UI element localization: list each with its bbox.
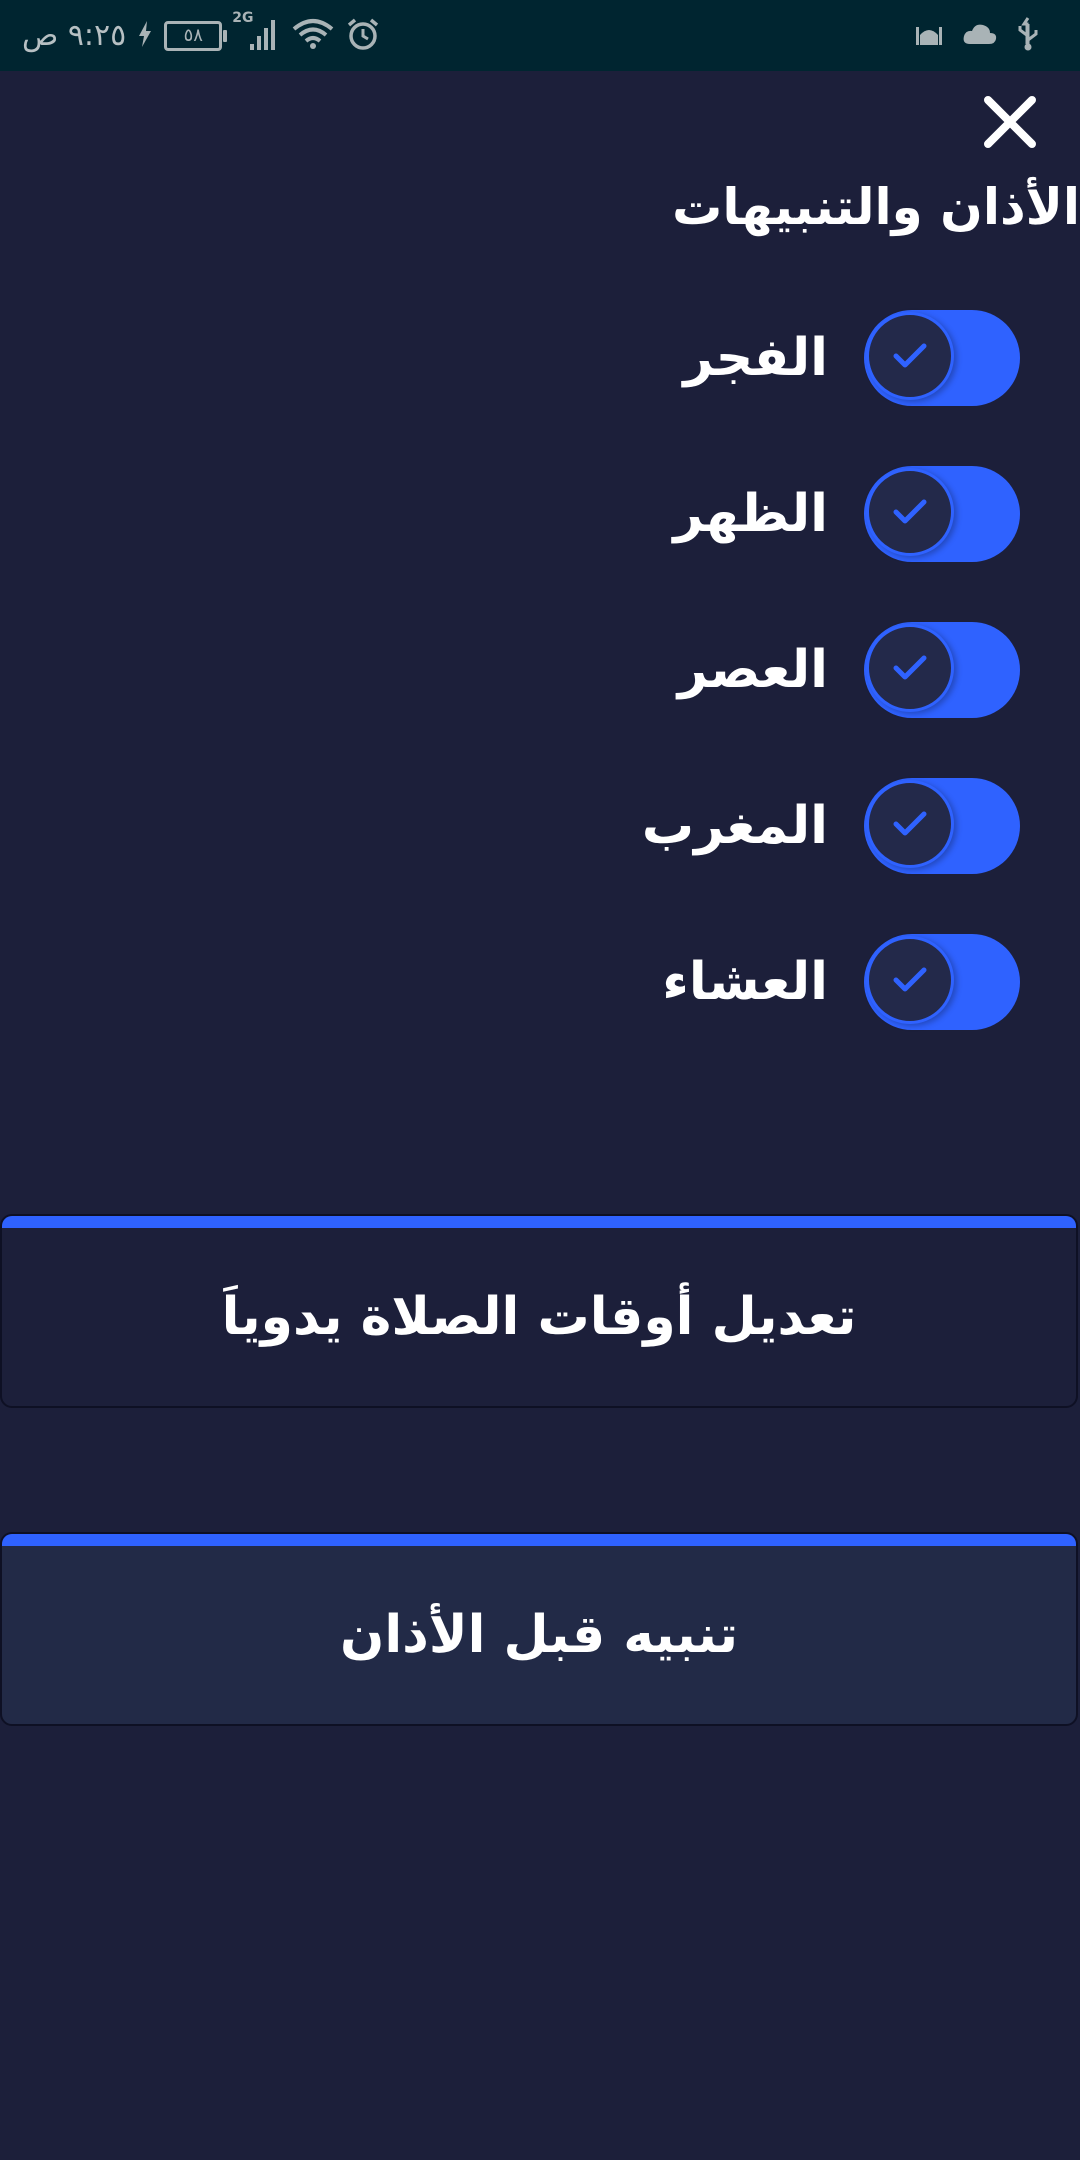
check-icon [893,655,927,680]
pre-adhan-alert-label: تنبيه قبل الأذان [339,1605,739,1665]
battery-icon: ٥٨ [164,20,228,51]
page-title: الأذان والتنبيهات [672,178,1080,236]
toggle-knob [866,780,954,868]
prayer-row-maghrib: المغرب [620,776,1020,876]
cloud-icon [962,22,998,50]
signal-icon: 2G [232,10,280,56]
prayer-row-asr: العصر [620,620,1020,720]
pre-adhan-alert-button[interactable]: تنبيه قبل الأذان [0,1532,1078,1726]
prayer-row-isha: العشاء [620,932,1020,1032]
close-icon [984,96,1036,148]
prayer-row-fajr: الفجر [620,308,1020,408]
manual-adjust-button[interactable]: تعديل أوقات الصلاة يدوياَ [0,1214,1078,1408]
isha-label: العشاء [662,952,828,1012]
check-icon [893,967,927,992]
screen: ٩:٢٥ ص ٥٨ 2G الأذان والتنبيهات الفجر الظ… [0,0,1080,2160]
mosque-icon [914,19,944,53]
dhuhr-toggle[interactable] [864,466,1020,562]
toggle-knob [866,468,954,556]
maghrib-toggle[interactable] [864,778,1020,874]
status-left: ٩:٢٥ ص ٥٨ 2G [22,0,380,71]
usb-icon [1016,16,1040,56]
charging-icon [138,20,152,51]
wifi-icon [292,17,334,55]
card-accent-bar [2,1216,1076,1228]
card-accent-bar [2,1534,1076,1546]
fajr-toggle[interactable] [864,310,1020,406]
status-time: ٩:٢٥ ص [22,18,127,53]
check-icon [893,499,927,524]
isha-toggle[interactable] [864,934,1020,1030]
toggle-knob [866,624,954,712]
asr-label: العصر [677,640,828,700]
check-icon [893,811,927,836]
check-icon [893,343,927,368]
alarm-icon [346,17,380,55]
asr-toggle[interactable] [864,622,1020,718]
status-right [914,0,1040,71]
fajr-label: الفجر [683,328,828,388]
close-button[interactable] [982,94,1038,150]
dhuhr-label: الظهر [673,484,828,544]
toggle-knob [866,312,954,400]
status-bar: ٩:٢٥ ص ٥٨ 2G [0,0,1080,71]
manual-adjust-label: تعديل أوقات الصلاة يدوياَ [221,1287,857,1347]
toggle-knob [866,936,954,1024]
maghrib-label: المغرب [641,796,828,856]
network-type: 2G [232,9,254,26]
prayer-row-dhuhr: الظهر [620,464,1020,564]
